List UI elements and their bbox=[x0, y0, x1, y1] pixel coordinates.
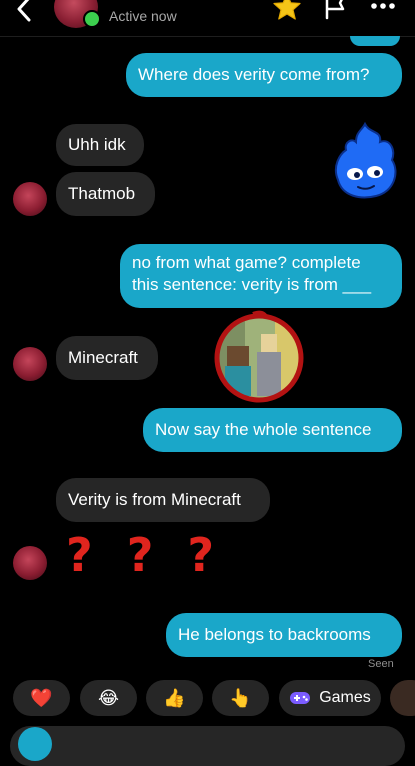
sender-avatar[interactable] bbox=[13, 182, 47, 216]
message-outgoing[interactable]: He belongs to backrooms bbox=[166, 613, 402, 657]
gamepad-icon bbox=[290, 692, 311, 704]
sender-avatar[interactable] bbox=[13, 546, 47, 580]
blue-flame-emoji-sticker bbox=[334, 121, 397, 199]
quick-reaction-heart[interactable]: ❤️ bbox=[13, 680, 70, 716]
previous-message-bubble-edge bbox=[350, 36, 400, 46]
question-mark: ? bbox=[126, 528, 154, 582]
question-mark: ? bbox=[187, 528, 215, 582]
back-chevron-icon[interactable] bbox=[14, 0, 36, 24]
message-text: no from what game? complete this sentenc… bbox=[132, 253, 372, 294]
quick-reaction-thumbs-up[interactable]: 👍 bbox=[146, 680, 203, 716]
message-text: Where does verity come from? bbox=[138, 65, 370, 84]
minecraft-circle-sticker bbox=[214, 310, 304, 403]
message-text: Thatmob bbox=[68, 184, 136, 203]
message-outgoing[interactable]: Where does verity come from? bbox=[126, 53, 402, 97]
thumbs-up-icon: 👍 bbox=[163, 687, 186, 708]
message-text: Verity is from Minecraft bbox=[68, 490, 241, 509]
star-icon[interactable] bbox=[272, 0, 302, 22]
games-button[interactable]: Games bbox=[279, 680, 381, 716]
quick-reaction-joy[interactable]: 😂 bbox=[80, 680, 137, 716]
message-incoming[interactable]: Thatmob bbox=[56, 172, 155, 216]
quick-reaction-more[interactable] bbox=[390, 680, 415, 716]
more-icon[interactable] bbox=[370, 2, 396, 10]
games-label: Games bbox=[319, 689, 371, 706]
message-text: Now say the whole sentence bbox=[155, 420, 372, 439]
message-composer[interactable] bbox=[10, 726, 405, 766]
message-outgoing[interactable]: Now say the whole sentence bbox=[143, 408, 402, 452]
question-mark: ? bbox=[66, 528, 93, 582]
heart-icon: ❤️ bbox=[30, 687, 53, 708]
message-text: Minecraft bbox=[68, 348, 138, 367]
camera-button[interactable] bbox=[18, 727, 52, 761]
question-marks-message[interactable]: ? ? ? bbox=[66, 528, 226, 588]
message-incoming[interactable]: Verity is from Minecraft bbox=[56, 478, 270, 522]
message-incoming[interactable]: Minecraft bbox=[56, 336, 158, 380]
pointing-up-icon: 👆 bbox=[229, 687, 252, 708]
flag-icon[interactable] bbox=[322, 0, 348, 20]
sender-avatar[interactable] bbox=[13, 347, 47, 381]
seen-receipt: Seen bbox=[368, 658, 394, 670]
quick-reaction-pointing-up[interactable]: 👆 bbox=[212, 680, 269, 716]
joy-emoji-icon: 😂 bbox=[97, 687, 120, 708]
active-status: Active now bbox=[109, 8, 177, 24]
message-outgoing[interactable]: no from what game? complete this sentenc… bbox=[120, 244, 402, 308]
online-indicator bbox=[83, 10, 101, 28]
message-text: He belongs to backrooms bbox=[178, 625, 371, 644]
message-text: Uhh idk bbox=[68, 135, 126, 154]
message-incoming[interactable]: Uhh idk bbox=[56, 124, 144, 166]
